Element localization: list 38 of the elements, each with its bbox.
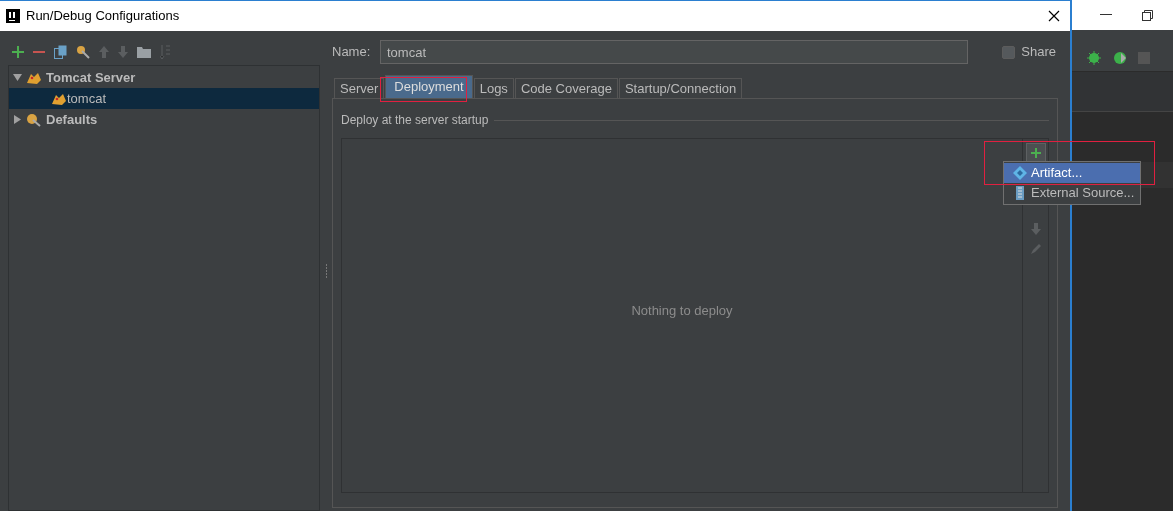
menu-item[interactable]: External Source... xyxy=(1004,183,1140,203)
archive-icon xyxy=(1013,186,1027,200)
restore-icon[interactable] xyxy=(1142,9,1153,21)
group-title: Deploy at the server startup xyxy=(341,112,489,129)
tree-item[interactable]: Defaults xyxy=(9,109,319,130)
minimize-icon[interactable] xyxy=(1100,14,1112,16)
tree-label: Tomcat Server xyxy=(46,68,136,87)
tab[interactable]: Code Coverage xyxy=(514,78,618,98)
diamond-icon xyxy=(1013,166,1027,180)
tree-label: tomcat xyxy=(67,89,106,108)
tree-label: Defaults xyxy=(46,110,98,129)
empty-list-text: Nothing to deploy xyxy=(631,301,733,320)
tab[interactable]: Logs xyxy=(473,78,514,98)
debug-bug-icon[interactable] xyxy=(1086,49,1102,66)
copy-icon[interactable] xyxy=(54,45,67,59)
collapse-arrow-icon[interactable] xyxy=(13,73,22,82)
close-icon[interactable] xyxy=(1048,10,1060,22)
menu-label: Artifact... xyxy=(1031,164,1083,183)
menu-item[interactable]: Artifact... xyxy=(1004,163,1140,183)
coverage-icon[interactable] xyxy=(1112,49,1128,66)
tab[interactable]: Server xyxy=(334,78,385,98)
tree-item[interactable]: Tomcat Server xyxy=(9,67,319,88)
folder-icon[interactable] xyxy=(137,46,151,58)
add-icon xyxy=(1030,148,1041,158)
app-logo-icon xyxy=(6,9,20,23)
add-artifact-button[interactable] xyxy=(1025,143,1046,163)
add-icon[interactable] xyxy=(12,46,24,58)
tab[interactable]: Deployment xyxy=(385,75,473,98)
tree-item[interactable]: tomcat xyxy=(9,88,319,109)
menu-label: External Source... xyxy=(1031,184,1135,203)
expand-arrow-icon[interactable] xyxy=(13,115,22,124)
splitter-handle-icon[interactable] xyxy=(324,264,328,278)
window-title: Run/Debug Configurations xyxy=(26,7,180,26)
name-field[interactable]: tomcat xyxy=(380,40,968,64)
share-label: Share xyxy=(1021,43,1056,62)
tab[interactable]: Startup/Connection xyxy=(618,78,743,98)
share-checkbox[interactable] xyxy=(1002,45,1016,59)
name-label: Name: xyxy=(332,43,372,62)
